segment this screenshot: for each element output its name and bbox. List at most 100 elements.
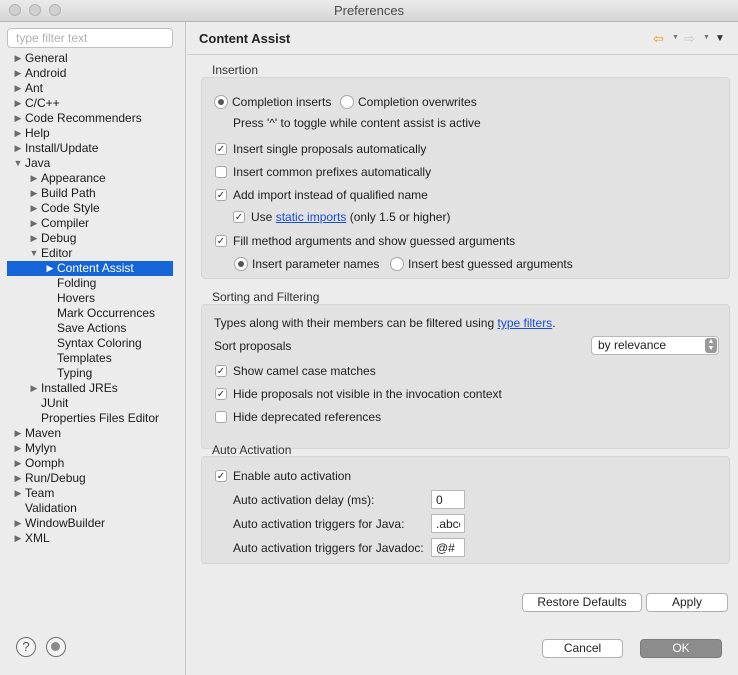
collapsed-twistie-icon[interactable]: ▶ <box>29 381 39 396</box>
tree-item[interactable]: Folding <box>7 276 173 291</box>
tree-item[interactable]: Hovers <box>7 291 173 306</box>
tree-item[interactable]: ▶ Code Style <box>7 201 173 216</box>
collapsed-twistie-icon[interactable]: ▶ <box>29 231 39 246</box>
collapsed-twistie-icon[interactable]: ▶ <box>29 201 39 216</box>
collapsed-twistie-icon[interactable]: ▶ <box>13 126 23 141</box>
tree-item[interactable]: ▶ Run/Debug <box>7 471 173 486</box>
java-triggers-label: Auto activation triggers for Java: <box>233 517 405 531</box>
tree-item[interactable]: Save Actions <box>7 321 173 336</box>
tree-item[interactable]: ▶ Maven <box>7 426 173 441</box>
select-stepper-icon: ▲ ▼ <box>705 338 717 353</box>
tree-item[interactable]: ▶ Content Assist <box>7 261 173 276</box>
tree-item-label: Templates <box>57 351 112 365</box>
tree-item[interactable]: JUnit <box>7 396 173 411</box>
tree-item[interactable]: ▶ Code Recommenders <box>7 111 173 126</box>
tree-item[interactable]: Syntax Coloring <box>7 336 173 351</box>
forward-history-dropdown-icon[interactable]: ▼ <box>703 34 710 41</box>
expanded-twistie-icon[interactable]: ▼ <box>29 246 39 261</box>
tree-item-label: Properties Files Editor <box>41 411 160 425</box>
sort-proposals-select[interactable]: by relevance ▲ ▼ <box>591 336 719 355</box>
cancel-button[interactable]: Cancel <box>542 639 623 658</box>
tree-item-label: Java <box>25 156 51 170</box>
tree-item[interactable]: ▼ Editor <box>7 246 173 261</box>
type-filters-link[interactable]: type filters <box>498 316 553 330</box>
collapsed-twistie-icon[interactable]: ▶ <box>13 471 23 486</box>
tree-item-label: Code Recommenders <box>25 111 142 125</box>
type-filters-text: Types along with their members can be fi… <box>214 315 556 331</box>
tree-item[interactable]: Templates <box>7 351 173 366</box>
back-history-dropdown-icon[interactable]: ▼ <box>672 34 679 41</box>
tree-item-label: Typing <box>57 366 93 380</box>
expanded-twistie-icon[interactable]: ▼ <box>13 156 23 171</box>
collapsed-twistie-icon[interactable]: ▶ <box>13 531 23 546</box>
tree-item[interactable]: ▶ C/C++ <box>7 96 173 111</box>
tree-item[interactable]: Properties Files Editor <box>7 411 173 426</box>
tree-item-label: Ant <box>25 81 44 95</box>
collapsed-twistie-icon[interactable]: ▶ <box>29 186 39 201</box>
tree-item[interactable]: Typing <box>7 366 173 381</box>
tree-item[interactable]: ▶ Help <box>7 126 173 141</box>
collapsed-twistie-icon[interactable]: ▶ <box>13 141 23 156</box>
tree-item[interactable]: Validation <box>7 501 173 516</box>
use-suffix-text: (only 1.5 or higher) <box>349 210 451 224</box>
static-imports-link[interactable]: static imports <box>276 210 347 224</box>
tree-item[interactable]: Mark Occurrences <box>7 306 173 321</box>
tree-item[interactable]: ▶ Install/Update <box>7 141 173 156</box>
collapsed-twistie-icon[interactable]: ▶ <box>29 216 39 231</box>
hide-not-visible-label: Hide proposals not visible in the invoca… <box>233 387 502 401</box>
collapsed-twistie-icon[interactable]: ▶ <box>13 111 23 126</box>
checkbox-box: ✓ <box>215 470 227 482</box>
tree-item[interactable]: ▶ Team <box>7 486 173 501</box>
type-filters-prefix: Types along with their members can be fi… <box>214 316 495 330</box>
java-triggers-input[interactable] <box>431 514 465 533</box>
collapsed-twistie-icon[interactable]: ▶ <box>13 516 23 531</box>
tree-item[interactable]: ▼ Java <box>7 156 173 171</box>
tree-item-label: C/C++ <box>25 96 60 110</box>
tree-item[interactable]: ▶ Appearance <box>7 171 173 186</box>
collapsed-twistie-icon[interactable]: ▶ <box>13 96 23 111</box>
tree-item-label: Run/Debug <box>25 471 86 485</box>
collapsed-twistie-icon[interactable]: ▶ <box>29 171 39 186</box>
collapsed-twistie-icon[interactable]: ▶ <box>13 426 23 441</box>
collapsed-twistie-icon[interactable]: ▶ <box>13 66 23 81</box>
collapsed-twistie-icon[interactable]: ▶ <box>13 456 23 471</box>
tree-item[interactable]: ▶ Build Path <box>7 186 173 201</box>
tree-item-label: Content Assist <box>57 261 134 275</box>
view-menu-icon[interactable]: ▼ <box>715 33 725 44</box>
tree-item[interactable]: ▶ Debug <box>7 231 173 246</box>
tree-item-label: Compiler <box>41 216 90 230</box>
collapsed-twistie-icon[interactable]: ▶ <box>13 486 23 501</box>
tree-item[interactable]: ▶ Mylyn <box>7 441 173 456</box>
tree-item-label: WindowBuilder <box>25 516 106 530</box>
ok-button[interactable]: OK <box>640 639 722 658</box>
tree-item[interactable]: ▶ General <box>7 51 173 66</box>
javadoc-triggers-label: Auto activation triggers for Javadoc: <box>233 541 424 555</box>
restore-defaults-button[interactable]: Restore Defaults <box>522 593 642 612</box>
tree-item[interactable]: ▶ Android <box>7 66 173 81</box>
back-arrow-icon[interactable]: ⇦ <box>653 31 664 47</box>
help-icon[interactable]: ? <box>16 637 36 657</box>
forward-arrow-icon[interactable]: ⇨ <box>684 31 695 47</box>
collapsed-twistie-icon[interactable]: ▶ <box>45 261 55 276</box>
radio-indicator <box>390 257 404 271</box>
collapsed-twistie-icon[interactable]: ▶ <box>13 81 23 96</box>
type-filters-suffix: . <box>552 316 556 330</box>
tree-item-label: Installed JREs <box>41 381 118 395</box>
tree-item-label: Folding <box>57 276 97 290</box>
tree-item-label: Editor <box>41 246 73 260</box>
delay-input[interactable] <box>431 490 465 509</box>
javadoc-triggers-input[interactable] <box>431 538 465 557</box>
tree-item[interactable]: ▶ Oomph <box>7 456 173 471</box>
apply-button[interactable]: Apply <box>646 593 728 612</box>
filter-input[interactable] <box>7 28 173 48</box>
tree-item[interactable]: ▶ Installed JREs <box>7 381 173 396</box>
tree-item[interactable]: ▶ Compiler <box>7 216 173 231</box>
tree-item[interactable]: ▶ WindowBuilder <box>7 516 173 531</box>
insertion-section-title: Insertion <box>212 63 259 77</box>
tree-item[interactable]: ▶ XML <box>7 531 173 546</box>
checkbox-box <box>215 411 227 423</box>
collapsed-twistie-icon[interactable]: ▶ <box>13 51 23 66</box>
tree-item[interactable]: ▶ Ant <box>7 81 173 96</box>
collapsed-twistie-icon[interactable]: ▶ <box>13 441 23 456</box>
record-icon[interactable] <box>46 637 66 657</box>
